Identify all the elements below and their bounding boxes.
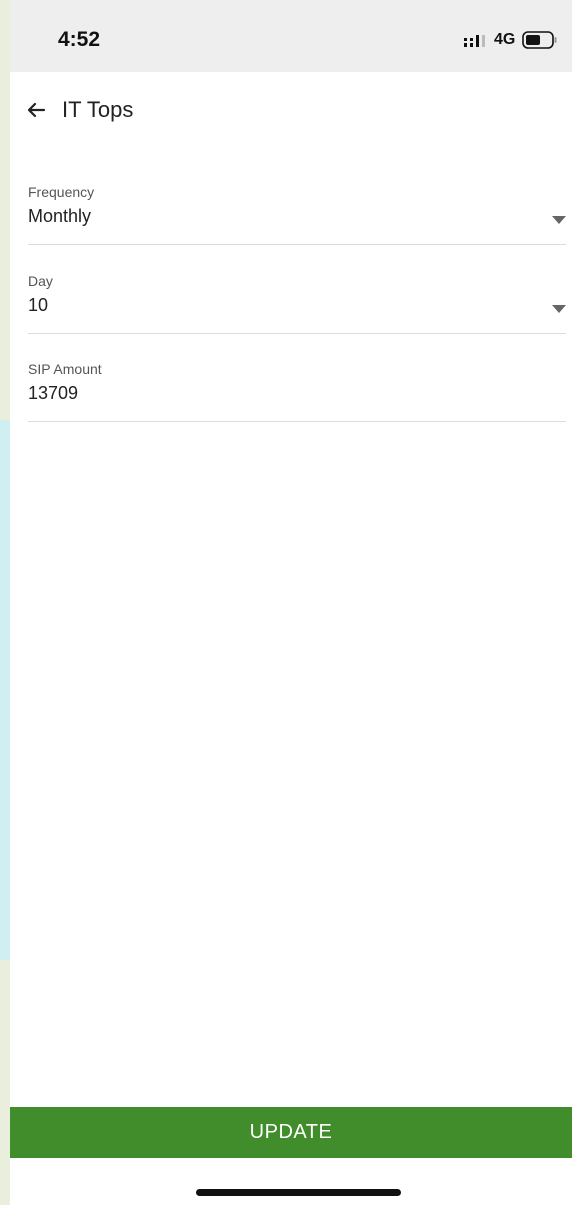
day-value: 10 xyxy=(28,295,49,315)
sip-amount-value[interactable]: 13709 xyxy=(28,383,78,404)
background-strip-accent xyxy=(0,420,10,960)
app-header: IT Tops xyxy=(10,72,572,150)
device-frame: 4:52 4G IT Tops Frequency Monthly Day 10… xyxy=(0,0,572,1205)
frequency-label: Frequency xyxy=(28,184,95,200)
update-button[interactable]: UPDATE xyxy=(10,1107,572,1158)
day-label: Day xyxy=(28,273,53,289)
frequency-value: Monthly xyxy=(28,206,92,226)
app-screen: IT Tops Frequency Monthly Day 10 SIP Amo… xyxy=(10,72,572,1205)
frequency-dropdown[interactable]: Frequency Monthly xyxy=(28,184,566,245)
sip-amount-field[interactable]: SIP Amount 13709 xyxy=(28,361,566,422)
status-time: 4:52 xyxy=(58,28,101,51)
home-indicator[interactable] xyxy=(196,1189,401,1196)
sip-amount-label: SIP Amount xyxy=(28,361,102,377)
battery-icon xyxy=(522,31,557,49)
signal-icon xyxy=(464,35,485,47)
status-bar: 4:52 4G xyxy=(10,0,572,72)
arrow-left-icon[interactable] xyxy=(24,98,48,122)
chevron-down-icon xyxy=(552,305,566,313)
day-dropdown[interactable]: Day 10 xyxy=(28,273,566,334)
network-label: 4G xyxy=(494,31,516,48)
chevron-down-icon xyxy=(552,216,566,224)
page-title: IT Tops xyxy=(62,97,134,122)
